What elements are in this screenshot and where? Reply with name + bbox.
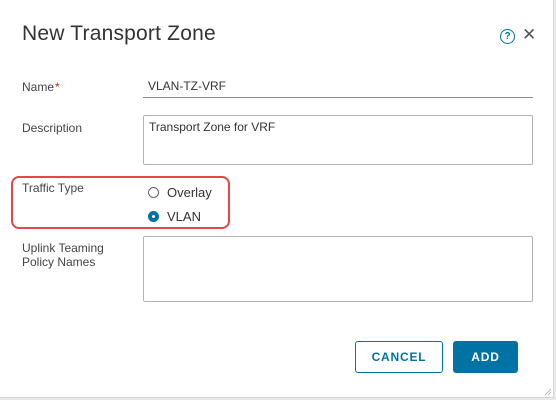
- close-icon[interactable]: ✕: [522, 26, 536, 43]
- new-transport-zone-dialog: New Transport Zone ? ✕ Name* Description…: [0, 0, 554, 398]
- radio-overlay-button[interactable]: [148, 187, 159, 198]
- add-button[interactable]: ADD: [453, 341, 518, 373]
- uplink-teaming-textarea[interactable]: [143, 236, 533, 302]
- traffic-type-label: Traffic Type: [22, 181, 84, 195]
- radio-overlay[interactable]: Overlay: [148, 185, 212, 200]
- name-input[interactable]: [143, 74, 533, 98]
- uplink-teaming-label: Uplink Teaming Policy Names: [22, 241, 104, 269]
- required-asterisk: *: [55, 80, 60, 94]
- description-textarea[interactable]: Transport Zone for VRF: [143, 115, 533, 165]
- uplink-teaming-label-line1: Uplink Teaming: [22, 241, 104, 255]
- resize-handle-icon[interactable]: [544, 388, 552, 396]
- name-label-text: Name: [22, 80, 55, 94]
- radio-vlan-label: VLAN: [167, 209, 201, 224]
- help-icon[interactable]: ?: [500, 29, 515, 44]
- name-label: Name*: [22, 80, 60, 94]
- uplink-teaming-label-line2: Policy Names: [22, 255, 96, 269]
- radio-vlan[interactable]: VLAN: [148, 209, 201, 224]
- dialog-title: New Transport Zone: [22, 22, 216, 45]
- description-label: Description: [22, 121, 83, 135]
- cancel-button[interactable]: CANCEL: [355, 341, 443, 373]
- radio-overlay-label: Overlay: [167, 185, 212, 200]
- radio-vlan-button[interactable]: [148, 211, 159, 222]
